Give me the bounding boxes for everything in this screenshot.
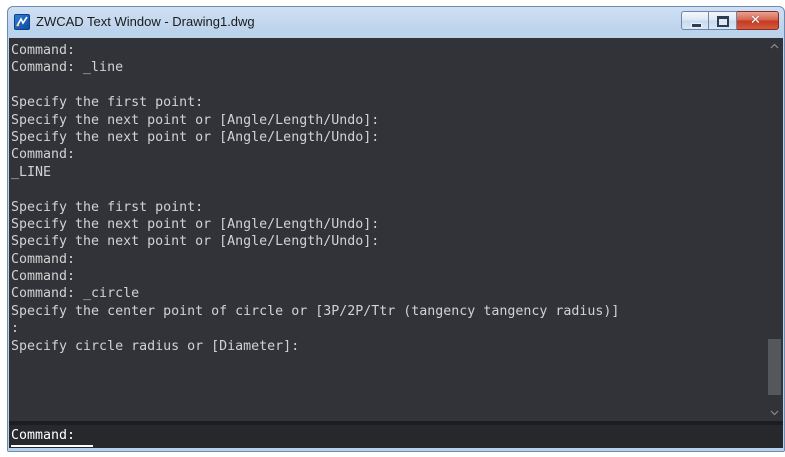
history-line: Command: _line	[11, 60, 124, 76]
history-line: Command:	[11, 251, 76, 267]
window-client-area: Command: Command: _line Specify the first …	[9, 38, 783, 448]
title-bar[interactable]: ZWCAD Text Window - Drawing1.dwg ✕	[8, 7, 784, 38]
text-window: ZWCAD Text Window - Drawing1.dwg ✕ Comma…	[7, 6, 785, 452]
history-line: Specify the center point of circle or [3…	[11, 303, 620, 319]
history-line: Command:	[11, 43, 76, 58]
close-icon: ✕	[750, 13, 761, 28]
command-line: Command:	[9, 425, 783, 448]
minimize-button[interactable]	[681, 11, 709, 30]
history-line: Specify the next point or [Angle/Length/…	[11, 112, 380, 128]
history-line: Specify the first point:	[11, 95, 204, 111]
history-line: _LINE	[11, 164, 52, 180]
prompt-underline	[11, 445, 93, 447]
command-history[interactable]: Command: Command: _line Specify the first …	[9, 38, 766, 421]
history-line: Command:	[11, 147, 76, 163]
close-button[interactable]: ✕	[737, 11, 779, 30]
command-prompt: Command:	[11, 428, 76, 443]
maximize-icon	[717, 16, 729, 27]
history-line: Specify circle radius or [Diameter]:	[11, 338, 300, 354]
vertical-scrollbar[interactable]	[766, 38, 783, 421]
history-line	[11, 77, 766, 94]
history-line: Command: _circle	[11, 286, 140, 302]
scroll-up-icon[interactable]	[766, 38, 783, 55]
history-lines: Command: Command: _line Specify the first …	[9, 38, 766, 355]
history-line: Command:	[11, 269, 76, 285]
history-line	[11, 181, 766, 198]
history-line: :	[11, 321, 20, 337]
zwcad-app-icon[interactable]	[14, 14, 30, 30]
history-line: Specify the next point or [Angle/Length/…	[11, 216, 380, 232]
history-line: Specify the next point or [Angle/Length/…	[11, 129, 380, 145]
history-line: Specify the next point or [Angle/Length/…	[11, 234, 380, 250]
scroll-thumb[interactable]	[768, 339, 781, 395]
command-input[interactable]	[105, 426, 775, 446]
scroll-down-icon[interactable]	[766, 404, 783, 421]
history-line: Specify the first point:	[11, 199, 204, 215]
caption-buttons: ✕	[681, 11, 779, 31]
window-title: ZWCAD Text Window - Drawing1.dwg	[36, 14, 255, 29]
maximize-button[interactable]	[709, 11, 737, 30]
minimize-icon	[691, 23, 702, 28]
